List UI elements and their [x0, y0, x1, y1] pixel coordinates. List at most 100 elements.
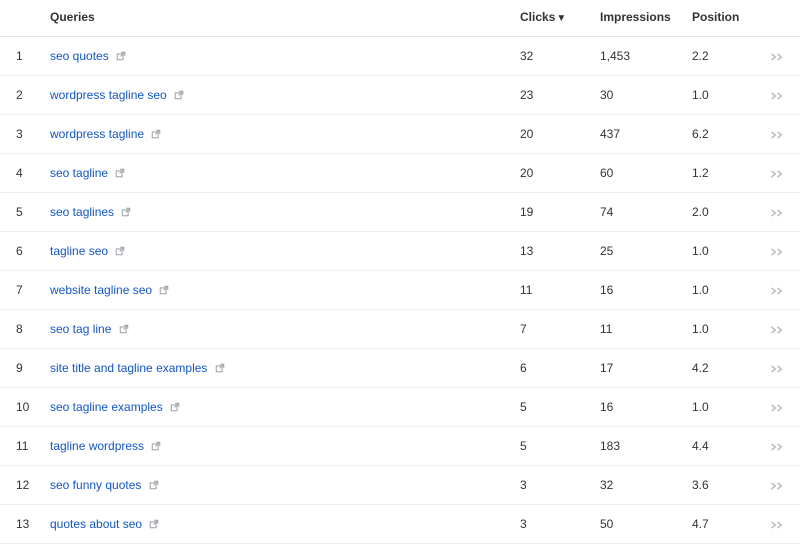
expand-button[interactable] — [756, 349, 800, 388]
query-link[interactable]: seo funny quotes — [50, 478, 141, 492]
query-link[interactable]: seo tag line — [50, 322, 111, 336]
expand-button[interactable] — [756, 37, 800, 76]
expand-button[interactable] — [756, 310, 800, 349]
external-link-icon[interactable] — [119, 324, 129, 334]
clicks-cell: 13 — [512, 232, 592, 271]
query-cell: seo tag line — [42, 310, 512, 349]
query-cell: wordpress tagline seo — [42, 76, 512, 115]
query-link[interactable]: tagline wordpress — [50, 439, 144, 453]
table-row: 2 wordpress tagline seo 23 30 1.0 — [0, 76, 800, 115]
query-link[interactable]: quotes about seo — [50, 517, 142, 531]
header-position[interactable]: Position — [684, 0, 756, 37]
impressions-cell: 32 — [592, 466, 684, 505]
external-link-icon[interactable] — [174, 90, 184, 100]
clicks-cell: 20 — [512, 115, 592, 154]
query-link[interactable]: website tagline seo — [50, 283, 152, 297]
query-cell: tagline seo — [42, 232, 512, 271]
expand-button[interactable] — [756, 505, 800, 544]
table-row: 10 seo tagline examples 5 16 1.0 — [0, 388, 800, 427]
expand-button[interactable] — [756, 388, 800, 427]
expand-button[interactable] — [756, 466, 800, 505]
query-link[interactable]: seo quotes — [50, 49, 109, 63]
query-link[interactable]: seo tagline — [50, 166, 108, 180]
query-cell: seo tagline — [42, 154, 512, 193]
query-cell: seo tagline examples — [42, 388, 512, 427]
row-number: 13 — [0, 505, 42, 544]
impressions-cell: 11 — [592, 310, 684, 349]
row-number: 10 — [0, 388, 42, 427]
external-link-icon[interactable] — [151, 129, 161, 139]
row-number: 11 — [0, 427, 42, 466]
external-link-icon[interactable] — [151, 441, 161, 451]
query-cell: wordpress tagline — [42, 115, 512, 154]
header-impressions[interactable]: Impressions — [592, 0, 684, 37]
table-row: 11 tagline wordpress 5 183 4.4 — [0, 427, 800, 466]
external-link-icon[interactable] — [159, 285, 169, 295]
header-row: Queries Clicks▼ Impressions Position — [0, 0, 800, 37]
expand-button[interactable] — [756, 271, 800, 310]
query-link[interactable]: tagline seo — [50, 244, 108, 258]
position-cell: 4.2 — [684, 349, 756, 388]
position-cell: 1.0 — [684, 232, 756, 271]
external-link-icon[interactable] — [115, 168, 125, 178]
impressions-cell: 50 — [592, 505, 684, 544]
external-link-icon[interactable] — [121, 207, 131, 217]
row-number: 12 — [0, 466, 42, 505]
position-cell: 4.4 — [684, 427, 756, 466]
query-cell: seo quotes — [42, 37, 512, 76]
external-link-icon[interactable] — [115, 246, 125, 256]
header-clicks[interactable]: Clicks▼ — [512, 0, 592, 37]
row-number: 7 — [0, 271, 42, 310]
clicks-cell: 3 — [512, 505, 592, 544]
query-link[interactable]: seo taglines — [50, 205, 114, 219]
external-link-icon[interactable] — [149, 480, 159, 490]
external-link-icon[interactable] — [170, 402, 180, 412]
expand-button[interactable] — [756, 76, 800, 115]
impressions-cell: 74 — [592, 193, 684, 232]
table-row: 5 seo taglines 19 74 2.0 — [0, 193, 800, 232]
query-link[interactable]: wordpress tagline seo — [50, 88, 167, 102]
query-cell: seo funny quotes — [42, 466, 512, 505]
sort-desc-icon: ▼ — [556, 13, 566, 24]
expand-button[interactable] — [756, 193, 800, 232]
query-cell: site title and tagline examples — [42, 349, 512, 388]
expand-button[interactable] — [756, 154, 800, 193]
clicks-cell: 5 — [512, 388, 592, 427]
impressions-cell: 30 — [592, 76, 684, 115]
query-link[interactable]: wordpress tagline — [50, 127, 144, 141]
impressions-cell: 16 — [592, 271, 684, 310]
external-link-icon[interactable] — [215, 363, 225, 373]
queries-table: Queries Clicks▼ Impressions Position 1 s… — [0, 0, 800, 544]
external-link-icon[interactable] — [149, 519, 159, 529]
position-cell: 1.0 — [684, 271, 756, 310]
position-cell: 4.7 — [684, 505, 756, 544]
clicks-cell: 7 — [512, 310, 592, 349]
position-cell: 1.0 — [684, 310, 756, 349]
clicks-cell: 11 — [512, 271, 592, 310]
external-link-icon[interactable] — [116, 51, 126, 61]
table-row: 8 seo tag line 7 11 1.0 — [0, 310, 800, 349]
row-number: 6 — [0, 232, 42, 271]
clicks-cell: 5 — [512, 427, 592, 466]
table-row: 7 website tagline seo 11 16 1.0 — [0, 271, 800, 310]
expand-button[interactable] — [756, 115, 800, 154]
impressions-cell: 1,453 — [592, 37, 684, 76]
impressions-cell: 17 — [592, 349, 684, 388]
header-clicks-label: Clicks — [520, 10, 555, 24]
table-row: 9 site title and tagline examples 6 17 4… — [0, 349, 800, 388]
expand-button[interactable] — [756, 232, 800, 271]
row-number: 4 — [0, 154, 42, 193]
header-queries[interactable]: Queries — [42, 0, 512, 37]
header-num — [0, 0, 42, 37]
clicks-cell: 32 — [512, 37, 592, 76]
expand-button[interactable] — [756, 427, 800, 466]
query-cell: website tagline seo — [42, 271, 512, 310]
query-cell: seo taglines — [42, 193, 512, 232]
clicks-cell: 23 — [512, 76, 592, 115]
query-link[interactable]: seo tagline examples — [50, 400, 163, 414]
position-cell: 6.2 — [684, 115, 756, 154]
impressions-cell: 16 — [592, 388, 684, 427]
table-row: 4 seo tagline 20 60 1.2 — [0, 154, 800, 193]
position-cell: 2.2 — [684, 37, 756, 76]
query-link[interactable]: site title and tagline examples — [50, 361, 207, 375]
